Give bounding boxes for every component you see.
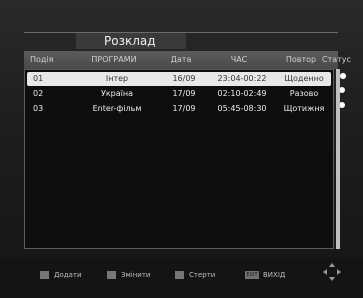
- row-program: Інтер: [105, 74, 129, 83]
- row-program: Україна: [100, 89, 134, 98]
- delete-button[interactable]: Стерти: [175, 268, 235, 282]
- panel-title: Розклад: [76, 33, 186, 49]
- header-program: ПРОГРАМИ: [91, 55, 137, 64]
- exit-button[interactable]: EXIT ВИХІД: [245, 268, 305, 282]
- add-label: Додати: [54, 271, 82, 279]
- schedule-panel: Розклад Подія ПРОГРАМИ Дата ЧАС Повтор С…: [24, 32, 351, 249]
- row-repeat: Щоденно: [284, 74, 324, 83]
- epg-timer-screen: Розклад Подія ПРОГРАМИ Дата ЧАС Повтор С…: [0, 0, 363, 298]
- row-date: 16/09: [172, 74, 196, 83]
- header-date: Дата: [170, 55, 192, 64]
- exit-label: ВИХІД: [263, 271, 286, 279]
- row-id: 01: [33, 74, 44, 83]
- delete-label: Стерти: [189, 271, 216, 279]
- footer-bar: Додати Змінити Стерти EXIT ВИХІД: [0, 258, 363, 298]
- row-id: 02: [33, 89, 44, 98]
- row-repeat: Разово: [289, 89, 319, 98]
- row-date: 17/09: [172, 104, 196, 113]
- schedule-list: 01 Інтер 16/09 23:04-00:22 Щоденно 02 Ук…: [24, 69, 347, 249]
- scrollbar[interactable]: [336, 69, 340, 249]
- row-time: 02:10-02:49: [217, 89, 267, 98]
- row-id: 03: [33, 104, 44, 113]
- header-time: ЧАС: [230, 55, 248, 64]
- add-button[interactable]: Додати: [40, 268, 100, 282]
- edit-button[interactable]: Змінити: [107, 268, 167, 282]
- row-repeat: Щотижня: [283, 104, 325, 113]
- table-row[interactable]: 02 Україна 17/09 02:10-02:49 Разово: [27, 87, 345, 101]
- table-header: Подія ПРОГРАМИ Дата ЧАС Повтор Статус: [24, 51, 351, 69]
- row-time: 23:04-00:22: [217, 74, 267, 83]
- table-row[interactable]: 01 Інтер 16/09 23:04-00:22 Щоденно: [27, 72, 347, 86]
- row-date: 17/09: [172, 89, 196, 98]
- row-time: 05:45-08:30: [217, 104, 267, 113]
- add-key-icon: [40, 271, 49, 279]
- status-dot-icon: [339, 72, 347, 80]
- row-program: Enter-фільм: [92, 104, 142, 113]
- table-row[interactable]: 03 Enter-фільм 17/09 05:45-08:30 Щотижня: [27, 102, 345, 116]
- edit-key-icon: [107, 271, 116, 279]
- exit-key-icon: EXIT: [245, 271, 259, 279]
- edit-label: Змінити: [121, 271, 151, 279]
- header-id: Подія: [30, 55, 54, 64]
- delete-key-icon: [175, 271, 184, 279]
- header-repeat: Повтор: [285, 55, 317, 64]
- header-status: Статус: [322, 55, 351, 64]
- navigation-arrows-icon: [323, 263, 341, 281]
